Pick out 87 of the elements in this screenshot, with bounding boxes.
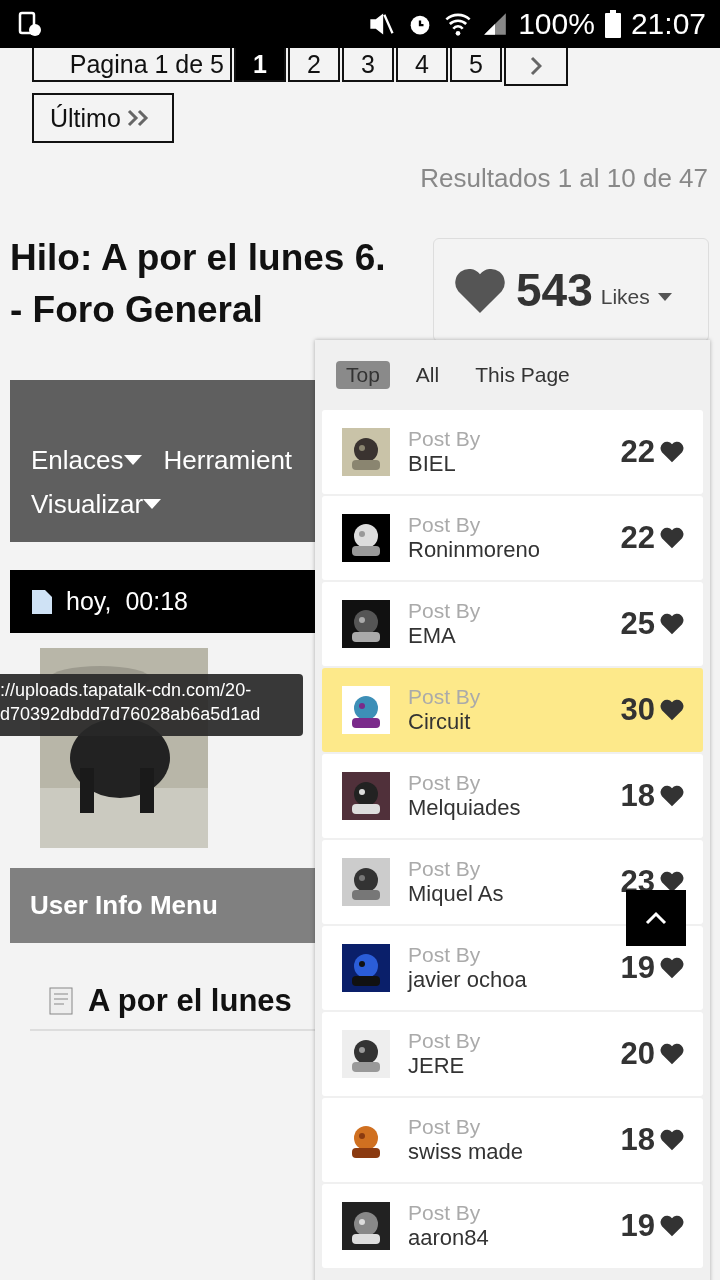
page-button[interactable]: 2 (288, 48, 340, 82)
like-count: 19 (620, 950, 655, 986)
like-count: 22 (620, 434, 655, 470)
post-by-caption: Post By (408, 513, 482, 537)
document-icon (32, 589, 52, 614)
user-info-menu-bar[interactable]: User Info Menu (10, 868, 315, 943)
results-count: Resultados 1 al 10 de 47 (419, 163, 708, 194)
last-page-button[interactable]: Último (32, 93, 174, 143)
signal-icon (482, 11, 509, 37)
chevron-up-icon (645, 911, 667, 925)
next-page-button[interactable] (504, 48, 568, 86)
caret-icon (143, 499, 162, 509)
battery-icon (604, 10, 621, 38)
heart-icon (659, 956, 685, 980)
heart-icon (659, 698, 685, 722)
liker-row[interactable]: Post By EMA 25 (322, 582, 703, 666)
post-by-caption: Post By (408, 771, 482, 795)
user-name: Melquiades (408, 795, 522, 821)
likes-count: 543 (516, 263, 593, 317)
chevron-right-icon (530, 56, 542, 76)
like-count: 18 (620, 1122, 655, 1158)
page-button[interactable]: 1 (234, 48, 286, 82)
menu-item[interactable]: Visualizar (31, 482, 162, 526)
liker-row[interactable]: Post By aaron84 19 (322, 1184, 703, 1268)
filter-tab[interactable]: Top (336, 361, 390, 389)
user-name: BIEL (408, 451, 457, 477)
page-button[interactable]: 5 (450, 48, 502, 82)
user-name: javier ochoa (408, 967, 528, 993)
post-by-caption: Post By (408, 857, 482, 881)
post-time: 00:18 (125, 587, 188, 616)
user-name: Circuit (408, 709, 472, 735)
heart-icon (659, 526, 685, 550)
post-date: hoy, (66, 587, 112, 616)
user-name: swiss made (408, 1139, 524, 1165)
liker-row[interactable]: Post By BIEL 22 (322, 410, 703, 494)
like-count: 18 (620, 778, 655, 814)
page-button[interactable]: 3 (342, 48, 394, 82)
heart-icon (659, 1042, 685, 1066)
like-count: 22 (620, 520, 655, 556)
liker-row[interactable]: Post By Melquiades 18 (322, 754, 703, 838)
user-name: Miquel As (408, 881, 505, 907)
like-count: 19 (620, 1208, 655, 1244)
heart-icon (659, 1214, 685, 1238)
menu-item[interactable]: Enlaces (31, 438, 142, 482)
heart-icon (659, 1128, 685, 1152)
user-name: JERE (408, 1053, 466, 1079)
user-name: Roninmoreno (408, 537, 542, 563)
liker-row[interactable]: Post By javier ochoa 19 (322, 926, 703, 1010)
tooltip-text: ://uploads.tapatalk-cdn.com/20- (0, 679, 253, 702)
post-title: A por el lunes (88, 983, 292, 1019)
post-by-caption: Post By (408, 685, 482, 709)
tooltip-text: d70392dbdd7d76028ab6a5d1ad (0, 703, 262, 726)
post-by-caption: Post By (408, 1029, 482, 1053)
filter-tab[interactable]: This Page (465, 361, 580, 389)
double-chevron-icon (126, 109, 149, 127)
likes-card[interactable]: 543 Likes (433, 238, 709, 342)
scroll-top-button[interactable] (626, 890, 686, 946)
filter-tab[interactable]: All (405, 361, 450, 389)
post-by-caption: Post By (408, 427, 482, 451)
clock: 21:07 (630, 7, 706, 41)
battery-percent: 100% (518, 7, 595, 41)
caret-icon (657, 293, 672, 301)
heart-icon (659, 440, 685, 464)
user-name: EMA (408, 623, 457, 649)
like-count: 20 (620, 1036, 655, 1072)
liker-row[interactable]: Post By Roninmoreno 22 (322, 496, 703, 580)
liker-row[interactable]: Post By swiss made 18 (322, 1098, 703, 1182)
document-icon (48, 986, 76, 1016)
like-count: 30 (620, 692, 655, 728)
menu-item[interactable]: Herramient (163, 438, 293, 482)
post-by-caption: Post By (408, 943, 482, 967)
liker-row[interactable]: Post By JERE 20 (322, 1012, 703, 1096)
wifi-icon (444, 11, 473, 37)
heart-icon (659, 784, 685, 808)
like-count: 25 (620, 606, 655, 642)
screen-timer-icon (18, 11, 42, 37)
likes-label: Likes (600, 285, 650, 309)
page-indicator: Pagina 1 de 5 (32, 48, 232, 82)
post-by-caption: Post By (408, 1115, 482, 1139)
user-name: aaron84 (408, 1225, 490, 1251)
post-by-caption: Post By (408, 599, 482, 623)
post-by-caption: Post By (408, 1201, 482, 1225)
liker-row[interactable]: Post By Circuit 30 (322, 668, 703, 752)
thread-title: Hilo: A por el lunes 6. - Foro General (10, 236, 387, 332)
page-button[interactable]: 4 (396, 48, 448, 82)
caret-icon (123, 455, 142, 465)
heart-icon (659, 612, 685, 636)
